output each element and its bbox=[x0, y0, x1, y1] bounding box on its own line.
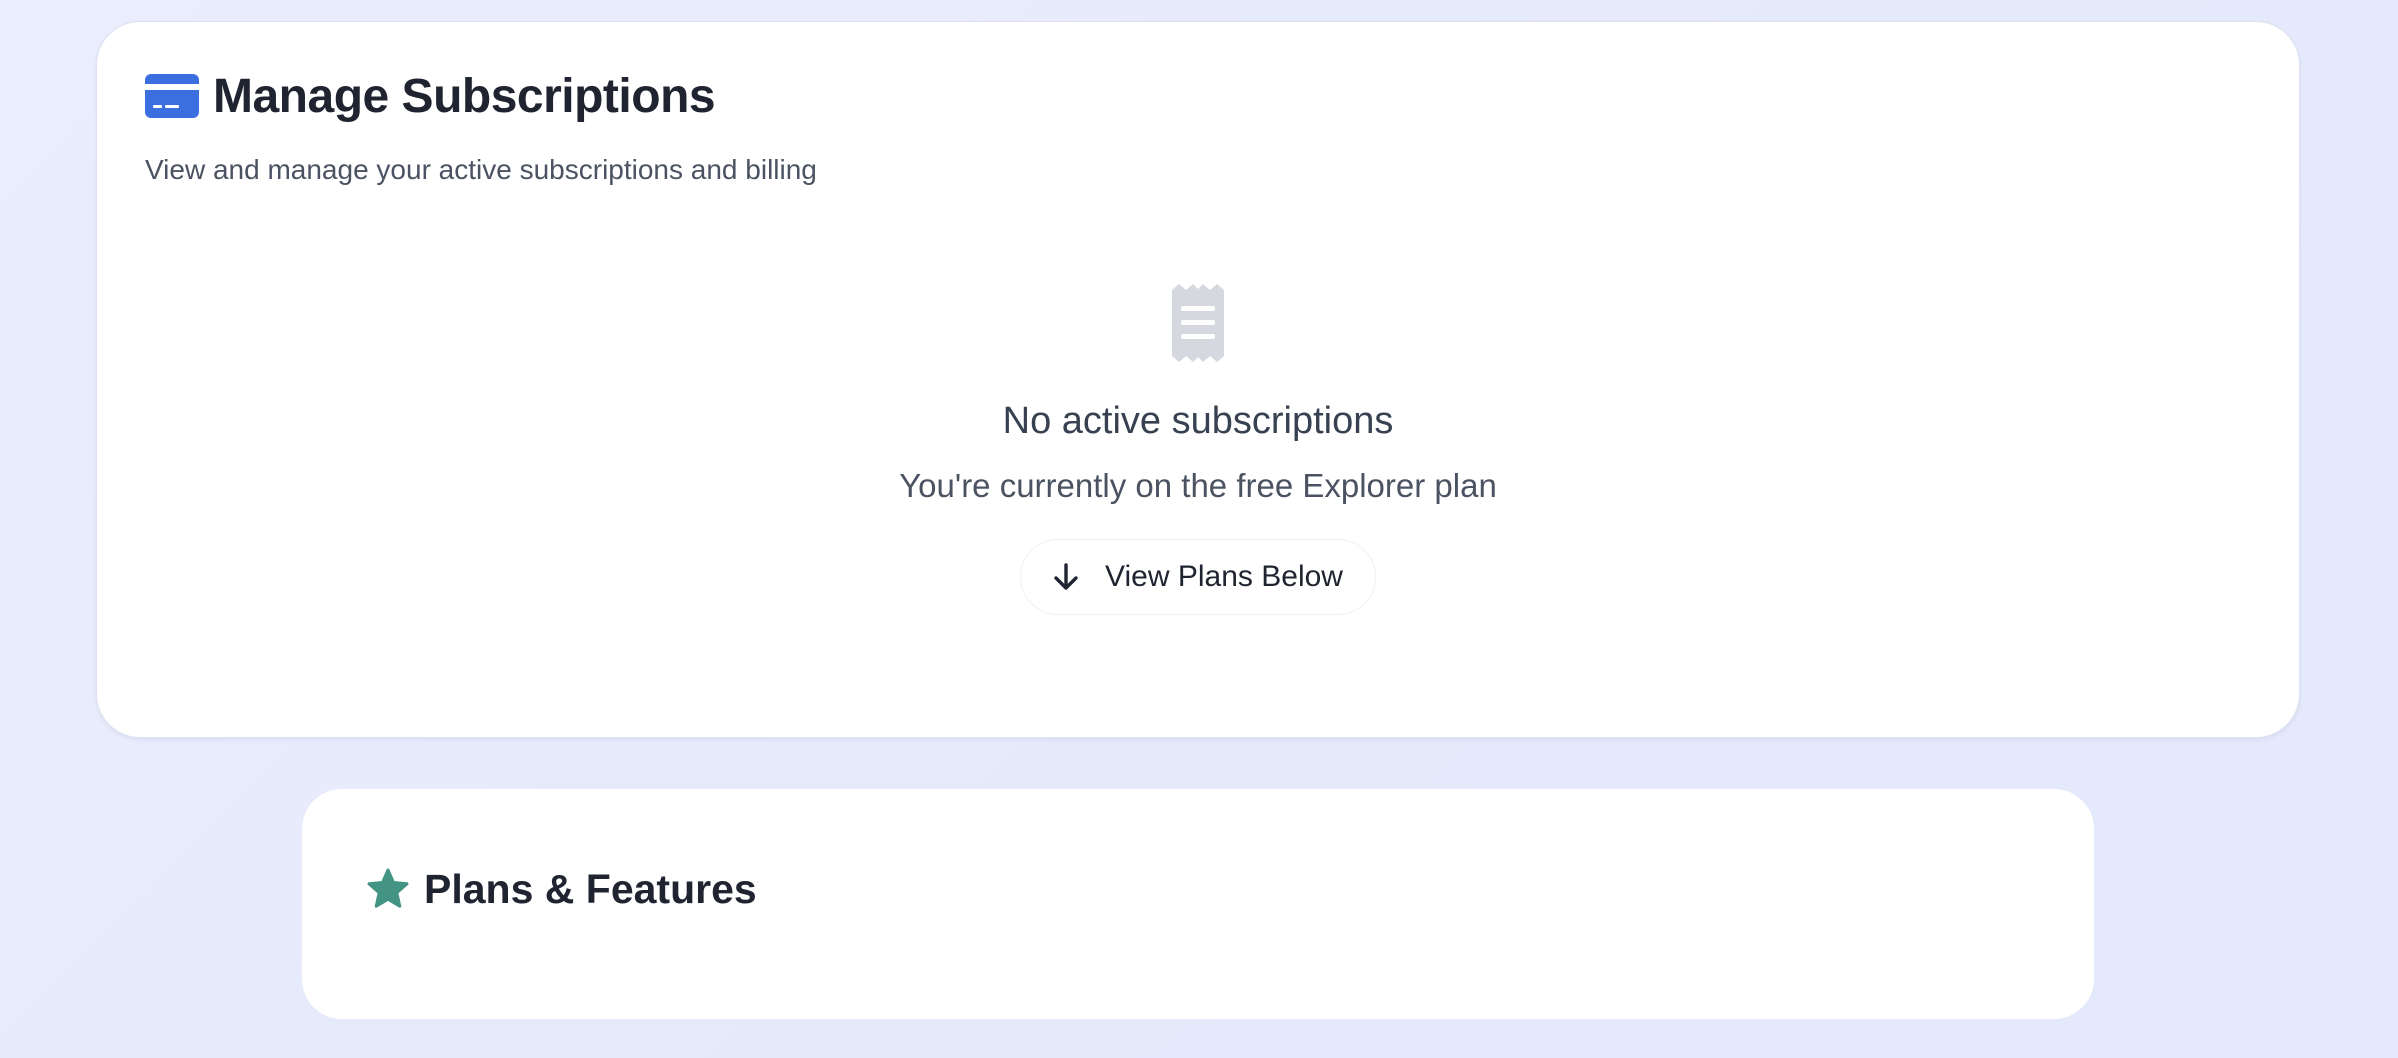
star-icon bbox=[367, 868, 409, 908]
view-plans-button[interactable]: View Plans Below bbox=[1020, 539, 1376, 615]
plans-title: Plans & Features bbox=[424, 865, 757, 912]
receipt-icon bbox=[1172, 284, 1224, 362]
plans-features-card: Plans & Features bbox=[302, 789, 2094, 1019]
arrow-down-icon bbox=[1054, 563, 1078, 590]
empty-state-message: You're currently on the free Explorer pl… bbox=[899, 467, 1497, 504]
empty-state-title: No active subscriptions bbox=[1002, 400, 1394, 442]
empty-state: No active subscriptions You're currently… bbox=[97, 284, 2299, 615]
manage-subscriptions-card: Manage Subscriptions View and manage you… bbox=[96, 21, 2300, 738]
plans-header: Plans & Features bbox=[366, 857, 757, 921]
credit-card-icon bbox=[145, 74, 199, 118]
view-plans-button-label: View Plans Below bbox=[1105, 560, 1343, 593]
page-title: Manage Subscriptions bbox=[213, 69, 716, 123]
subscriptions-header: Manage Subscriptions bbox=[145, 66, 716, 126]
page-subtitle: View and manage your active subscription… bbox=[145, 154, 817, 185]
